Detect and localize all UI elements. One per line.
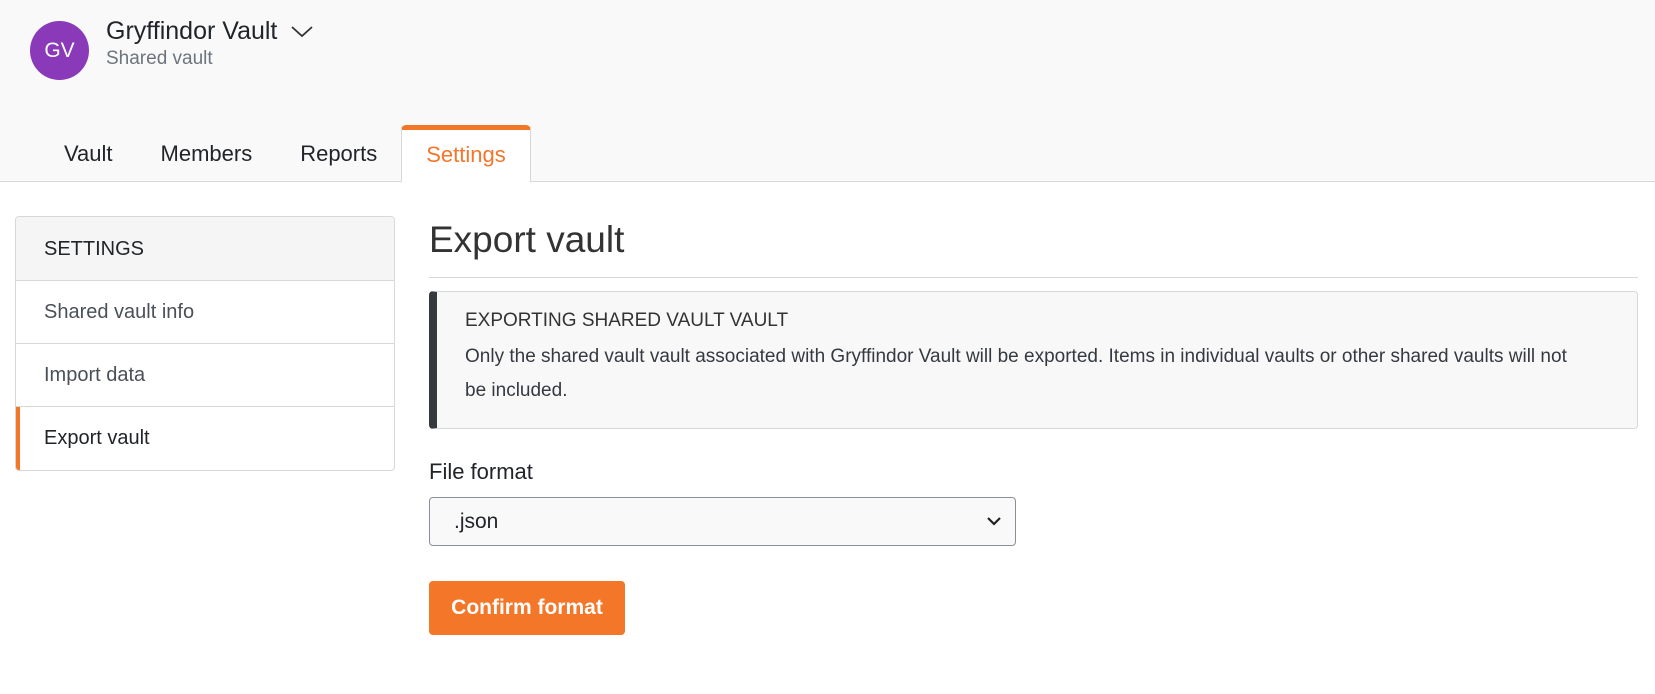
sidebar-heading: SETTINGS: [16, 217, 394, 281]
sidebar-item-shared-vault-info[interactable]: Shared vault info: [16, 281, 394, 344]
vault-name: Gryffindor Vault: [106, 17, 278, 45]
tab-bar: Vault Members Reports Settings: [40, 125, 531, 183]
callout-title: EXPORTING SHARED VAULT VAULT: [465, 310, 789, 331]
main-content: Export vault EXPORTING SHARED VAULT VAUL…: [429, 212, 1638, 635]
sidebar-item-import-data[interactable]: Import data: [16, 344, 394, 407]
info-callout: EXPORTING SHARED VAULT VAULT Only the sh…: [429, 291, 1638, 429]
chevron-down-icon: [987, 517, 1001, 526]
tab-reports[interactable]: Reports: [276, 125, 401, 183]
avatar: GV: [30, 21, 89, 80]
vault-header: GV Gryffindor Vault Shared vault Vault M…: [0, 0, 1655, 183]
sidebar-item-export-vault[interactable]: Export vault: [16, 407, 394, 470]
chevron-down-icon: [291, 25, 313, 37]
file-format-label: File format: [429, 459, 533, 484]
vault-switcher[interactable]: Gryffindor Vault: [106, 17, 313, 46]
file-format-value: .json: [454, 509, 499, 533]
callout-body: Only the shared vault vault associated w…: [465, 346, 1567, 401]
tab-settings[interactable]: Settings: [401, 125, 531, 183]
page-title: Export vault: [429, 212, 1638, 278]
tab-members[interactable]: Members: [137, 125, 277, 183]
confirm-format-button[interactable]: Confirm format: [429, 581, 625, 635]
vault-type: Shared vault: [106, 48, 213, 69]
tab-vault[interactable]: Vault: [40, 125, 137, 183]
file-format-select[interactable]: .json: [429, 497, 1016, 546]
settings-sidebar: SETTINGS Shared vault info Import data E…: [15, 216, 395, 471]
